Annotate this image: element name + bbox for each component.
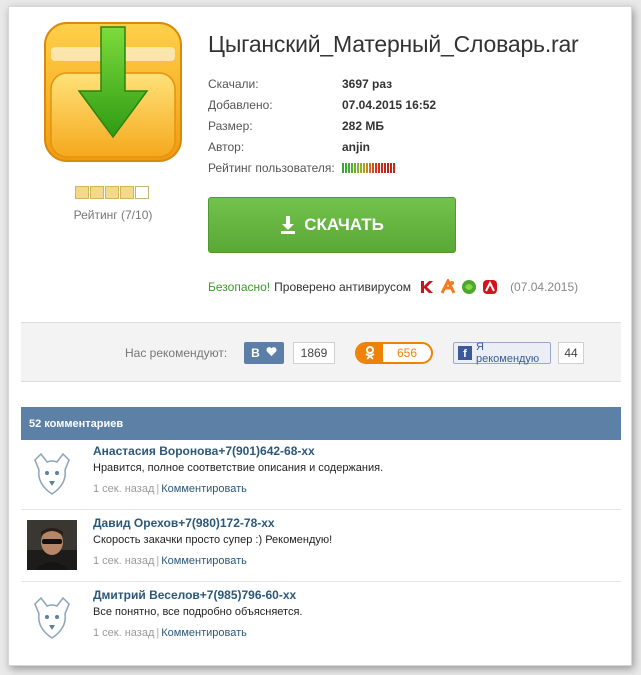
comment-time: 1 сек. назад [93, 627, 155, 639]
comment-item: Давид Орехов+7(980)172-78-хх Скорость за… [21, 512, 621, 582]
avira-icon [482, 279, 498, 295]
avast-icon [440, 277, 456, 295]
size-value: 282 МБ [342, 118, 384, 133]
fb-label: Я рекомендую [475, 341, 540, 365]
fb-count: 44 [558, 342, 584, 364]
drweb-icon [461, 279, 477, 295]
recommend-label: Нас рекомендуют: [125, 346, 228, 360]
file-card: Рейтинг (7/10) Цыганский_Матерный_Словар… [8, 6, 632, 666]
avatar-photo[interactable] [27, 520, 77, 570]
rating-bar [360, 162, 362, 173]
downloads-label: Скачали: [208, 76, 259, 91]
comment-author[interactable]: Дмитрий Веселов+7(985)796-60-хх [93, 588, 296, 602]
avatar-placeholder-icon[interactable] [27, 592, 77, 642]
rating-star[interactable] [135, 186, 149, 199]
user-rating-bars [342, 162, 395, 173]
rating-bar [372, 162, 374, 173]
ok-like-button[interactable]: 656 [355, 342, 433, 364]
reply-link[interactable]: Комментировать [161, 483, 247, 495]
comment-text: Все понятно, все подробно объясняется. [93, 606, 303, 618]
rating-bar [384, 162, 386, 173]
reply-link[interactable]: Комментировать [161, 555, 247, 567]
rating-bar [363, 162, 365, 173]
author-label: Автор: [208, 139, 245, 154]
meta-row-author: Автор: anjin [208, 136, 436, 157]
comment-text: Нравится, полное соответствие описания и… [93, 462, 384, 474]
vk-like-button[interactable]: В [244, 342, 284, 364]
folder-download-icon [43, 21, 183, 165]
rating-star[interactable] [90, 186, 104, 199]
facebook-recommend-button[interactable]: f Я рекомендую [453, 341, 551, 365]
comment-author[interactable]: Анастасия Воронова+7(901)642-68-хх [93, 444, 315, 458]
rating-bar [387, 162, 389, 173]
kaspersky-icon [419, 279, 435, 295]
rating-star[interactable] [120, 186, 134, 199]
antivirus-icons [419, 277, 498, 295]
file-meta: Скачали: 3697 раз Добавлено: 07.04.2015 … [208, 73, 436, 178]
rating-bar [375, 162, 377, 173]
meta-row-size: Размер: 282 МБ [208, 115, 436, 136]
rating-bar [342, 162, 344, 173]
safety-line: Безопасно! Проверено антивирусом (07.04.… [208, 277, 579, 295]
author-value: anjin [342, 139, 371, 154]
rating-label: Рейтинг (7/10) [73, 208, 153, 222]
rating-bar [366, 162, 368, 173]
comment-time: 1 сек. назад [93, 483, 155, 495]
rating-bar [378, 162, 380, 173]
rating-bar [351, 162, 353, 173]
rating-star[interactable] [75, 186, 89, 199]
comment-meta: 1 сек. назад | Комментировать [93, 555, 247, 567]
safe-label: Безопасно! [208, 280, 271, 294]
comment-item: Анастасия Воронова+7(901)642-68-хх Нрави… [21, 440, 621, 510]
rating-bar [381, 162, 383, 173]
rating-stars[interactable] [75, 186, 149, 199]
comment-author[interactable]: Давид Орехов+7(980)172-78-хх [93, 516, 275, 530]
check-date: (07.04.2015) [510, 280, 579, 294]
checked-text: Проверено антивирусом [274, 280, 412, 294]
rating-star[interactable] [105, 186, 119, 199]
odnoklassniki-icon [357, 344, 383, 362]
added-value: 07.04.2015 16:52 [342, 97, 437, 112]
meta-row-user-rating: Рейтинг пользователя: [208, 157, 436, 178]
rating-bar [357, 162, 359, 173]
comments-header: 52 комментариев [21, 407, 621, 440]
vk-count: 1869 [293, 342, 335, 364]
added-label: Добавлено: [208, 97, 273, 112]
download-arrow-icon [281, 216, 296, 234]
meta-row-downloads: Скачали: 3697 раз [208, 73, 436, 94]
download-label: СКАЧАТЬ [304, 215, 384, 234]
recommend-strip: Нас рекомендуют: В 1869 656 f Я рекоменд… [21, 322, 621, 382]
ok-count: 656 [396, 346, 418, 360]
rating-bar [348, 162, 350, 173]
size-label: Размер: [208, 118, 253, 133]
reply-link[interactable]: Комментировать [161, 627, 247, 639]
facebook-icon: f [458, 346, 472, 360]
download-button[interactable]: СКАЧАТЬ [208, 197, 456, 253]
comment-text: Скорость закачки просто супер :) Рекомен… [93, 534, 333, 546]
avatar-placeholder-icon[interactable] [27, 448, 77, 498]
heart-icon [266, 346, 277, 360]
rating-bar [390, 162, 392, 173]
comment-item: Дмитрий Веселов+7(985)796-60-хх Все поня… [21, 584, 621, 654]
meta-row-added: Добавлено: 07.04.2015 16:52 [208, 94, 436, 115]
rating-bar [345, 162, 347, 173]
rating-bar [354, 162, 356, 173]
comment-meta: 1 сек. назад | Комментировать [93, 483, 247, 495]
comment-time: 1 сек. назад [93, 555, 155, 567]
rating-bar [393, 162, 395, 173]
comment-meta: 1 сек. назад | Комментировать [93, 627, 247, 639]
page-title: Цыганский_Матерный_Словарь.rar [208, 31, 579, 57]
rating-bar [369, 162, 371, 173]
user-rating-label: Рейтинг пользователя: [208, 160, 335, 175]
vk-label: В [251, 346, 260, 360]
downloads-value: 3697 раз [342, 76, 393, 91]
